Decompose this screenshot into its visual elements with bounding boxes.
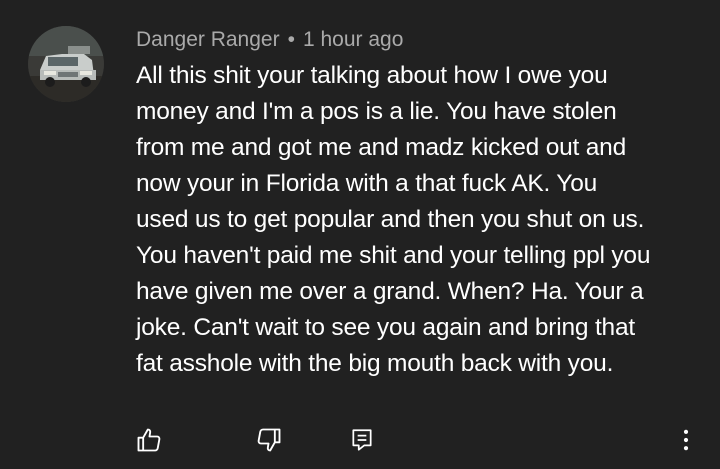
comment-line: All this shit your talking about how I o… bbox=[136, 62, 608, 89]
comment-line: have given me over a grand. When? Ha. Yo… bbox=[136, 278, 644, 305]
truck-avatar-image bbox=[28, 26, 104, 102]
comment-meta: Danger Ranger • 1 hour ago bbox=[136, 26, 403, 54]
comment-line: money and I'm a pos is a lie. You have s… bbox=[136, 98, 617, 125]
more-options-button[interactable] bbox=[670, 424, 702, 456]
comment-line: You haven't paid me shit and your tellin… bbox=[136, 242, 651, 269]
author-name[interactable]: Danger Ranger bbox=[136, 28, 280, 51]
meta-separator: • bbox=[287, 28, 295, 51]
avatar[interactable] bbox=[28, 26, 104, 102]
comment-line: from me and got me and madz kicked out a… bbox=[136, 134, 627, 161]
comment-action-bar bbox=[0, 420, 720, 460]
reply-button[interactable] bbox=[346, 424, 378, 456]
dislike-button[interactable] bbox=[253, 424, 285, 456]
reply-comment-icon bbox=[352, 429, 372, 451]
comment-line: fat asshole with the big mouth back with… bbox=[136, 350, 614, 377]
comment-card: Danger Ranger • 1 hour ago All this shit y… bbox=[0, 0, 720, 469]
comment-text: All this shit your talking about how I o… bbox=[136, 58, 696, 382]
comment-line: joke. Can't wait to see you again and br… bbox=[136, 314, 636, 341]
like-button[interactable] bbox=[133, 424, 165, 456]
more-vertical-icon bbox=[683, 429, 689, 451]
thumb-down-icon bbox=[257, 428, 281, 452]
comment-line: now your in Florida with a that fuck AK.… bbox=[136, 170, 598, 197]
comment-timestamp[interactable]: 1 hour ago bbox=[303, 28, 403, 51]
thumb-up-icon bbox=[137, 428, 161, 452]
comment-line: used us to get popular and then you shut… bbox=[136, 206, 645, 233]
